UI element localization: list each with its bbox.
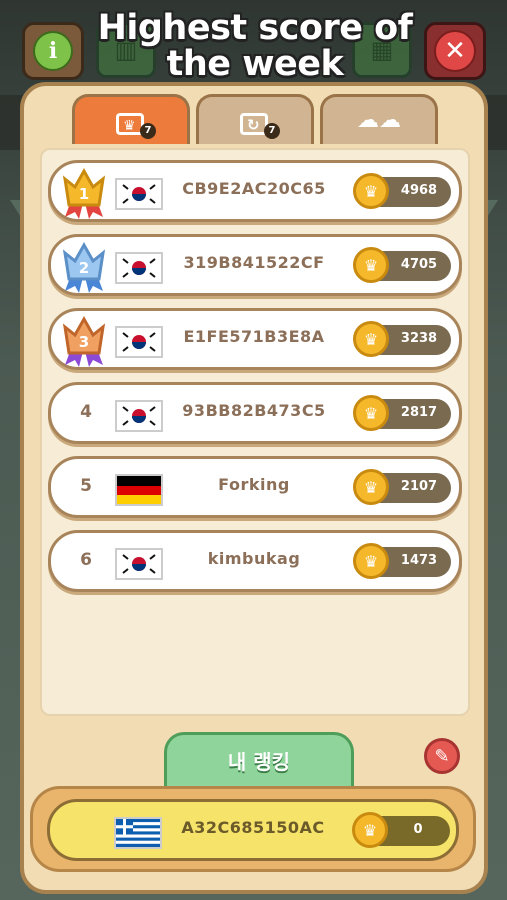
crown-coin-icon: ♛ xyxy=(353,543,389,579)
page-title: Highest score of the week xyxy=(97,8,413,84)
svg-text:2: 2 xyxy=(79,259,89,277)
bronze-medal-icon: 3 xyxy=(62,315,106,367)
clouds-icon: ☁☁ xyxy=(357,108,401,133)
crown-coin-icon: ♛ xyxy=(353,395,389,431)
score-pill: ♛ 3238 xyxy=(353,321,451,357)
score-value: 2107 xyxy=(400,479,438,494)
flag-korea-icon xyxy=(115,252,163,284)
tab-weekly-refresh[interactable]: ↻ 7 xyxy=(196,94,314,144)
score-pill: ♛ 2817 xyxy=(353,395,451,431)
my-score-value: 0 xyxy=(413,822,423,837)
svg-text:1: 1 xyxy=(79,185,89,203)
leaderboard-row[interactable]: 3 E1FE571B3E8A ♛ 3238 xyxy=(48,308,462,370)
score-pill: ♛ 4968 xyxy=(353,173,451,209)
leaderboard-row[interactable]: 2 319B841522CF ♛ 4705 xyxy=(48,234,462,296)
player-name: kimbukag xyxy=(207,549,301,568)
my-ranking-tab[interactable]: 내 랭킹 xyxy=(164,732,354,786)
rank-number: 4 xyxy=(80,402,92,422)
calendar-refresh-icon: ↻ 7 xyxy=(238,107,280,139)
flag-germany-icon xyxy=(115,474,163,506)
my-ranking-row[interactable]: A32C685150AC ♛ 0 xyxy=(47,799,459,861)
edit-button[interactable]: ✎ xyxy=(424,738,460,774)
player-name: Forking xyxy=(218,475,290,494)
leaderboard-row[interactable]: 5 Forking ♛ 2107 xyxy=(48,456,462,518)
score-pill: ♛ 1473 xyxy=(353,543,451,579)
score-value: 3238 xyxy=(400,331,438,346)
crown-coin-icon: ♛ xyxy=(352,812,388,848)
svg-text:3: 3 xyxy=(79,333,89,351)
tab-clouds[interactable]: ☁☁ xyxy=(320,94,438,144)
crown-coin-icon: ♛ xyxy=(353,247,389,283)
flag-korea-icon xyxy=(115,400,163,432)
flag-korea-icon xyxy=(115,548,163,580)
tab-weekly[interactable]: ♛ 7 xyxy=(72,94,190,144)
calendar-crown-icon: ♛ 7 xyxy=(114,107,156,139)
leaderboard-row[interactable]: 6 kimbukag ♛ 1473 xyxy=(48,530,462,592)
score-value: 1473 xyxy=(400,553,438,568)
flag-greece-icon xyxy=(114,817,162,849)
silver-medal-icon: 2 xyxy=(62,241,106,293)
leaderboard-panel: ♛ 7 ↻ 7 ☁☁ 1 CB9E2AC20C65 ♛ 4968 2 319B8… xyxy=(20,82,488,894)
player-name: 93BB82B473C5 xyxy=(182,401,326,420)
flag-korea-icon xyxy=(115,178,163,210)
leaderboard-row[interactable]: 4 93BB82B473C5 ♛ 2817 xyxy=(48,382,462,444)
flag-korea-icon xyxy=(115,326,163,358)
pencil-icon: ✎ xyxy=(434,745,450,767)
crown-coin-icon: ♛ xyxy=(353,469,389,505)
my-ranking-panel: A32C685150AC ♛ 0 xyxy=(30,786,476,872)
score-pill: ♛ 2107 xyxy=(353,469,451,505)
my-player-name: A32C685150AC xyxy=(181,818,325,837)
my-score-pill: ♛ 0 xyxy=(352,812,450,848)
rank-number: 6 xyxy=(80,550,92,570)
gold-medal-icon: 1 xyxy=(62,167,106,219)
rank-number: 5 xyxy=(80,476,92,496)
score-value: 2817 xyxy=(400,405,438,420)
player-name: E1FE571B3E8A xyxy=(183,327,325,346)
leaderboard-list: 1 CB9E2AC20C65 ♛ 4968 2 319B841522CF ♛ 4… xyxy=(40,148,470,716)
player-name: 319B841522CF xyxy=(183,253,325,272)
crown-coin-icon: ♛ xyxy=(353,321,389,357)
score-value: 4705 xyxy=(400,257,438,272)
crown-coin-icon: ♛ xyxy=(353,173,389,209)
leaderboard-row[interactable]: 1 CB9E2AC20C65 ♛ 4968 xyxy=(48,160,462,222)
score-pill: ♛ 4705 xyxy=(353,247,451,283)
player-name: CB9E2AC20C65 xyxy=(182,179,326,198)
score-value: 4968 xyxy=(400,183,438,198)
